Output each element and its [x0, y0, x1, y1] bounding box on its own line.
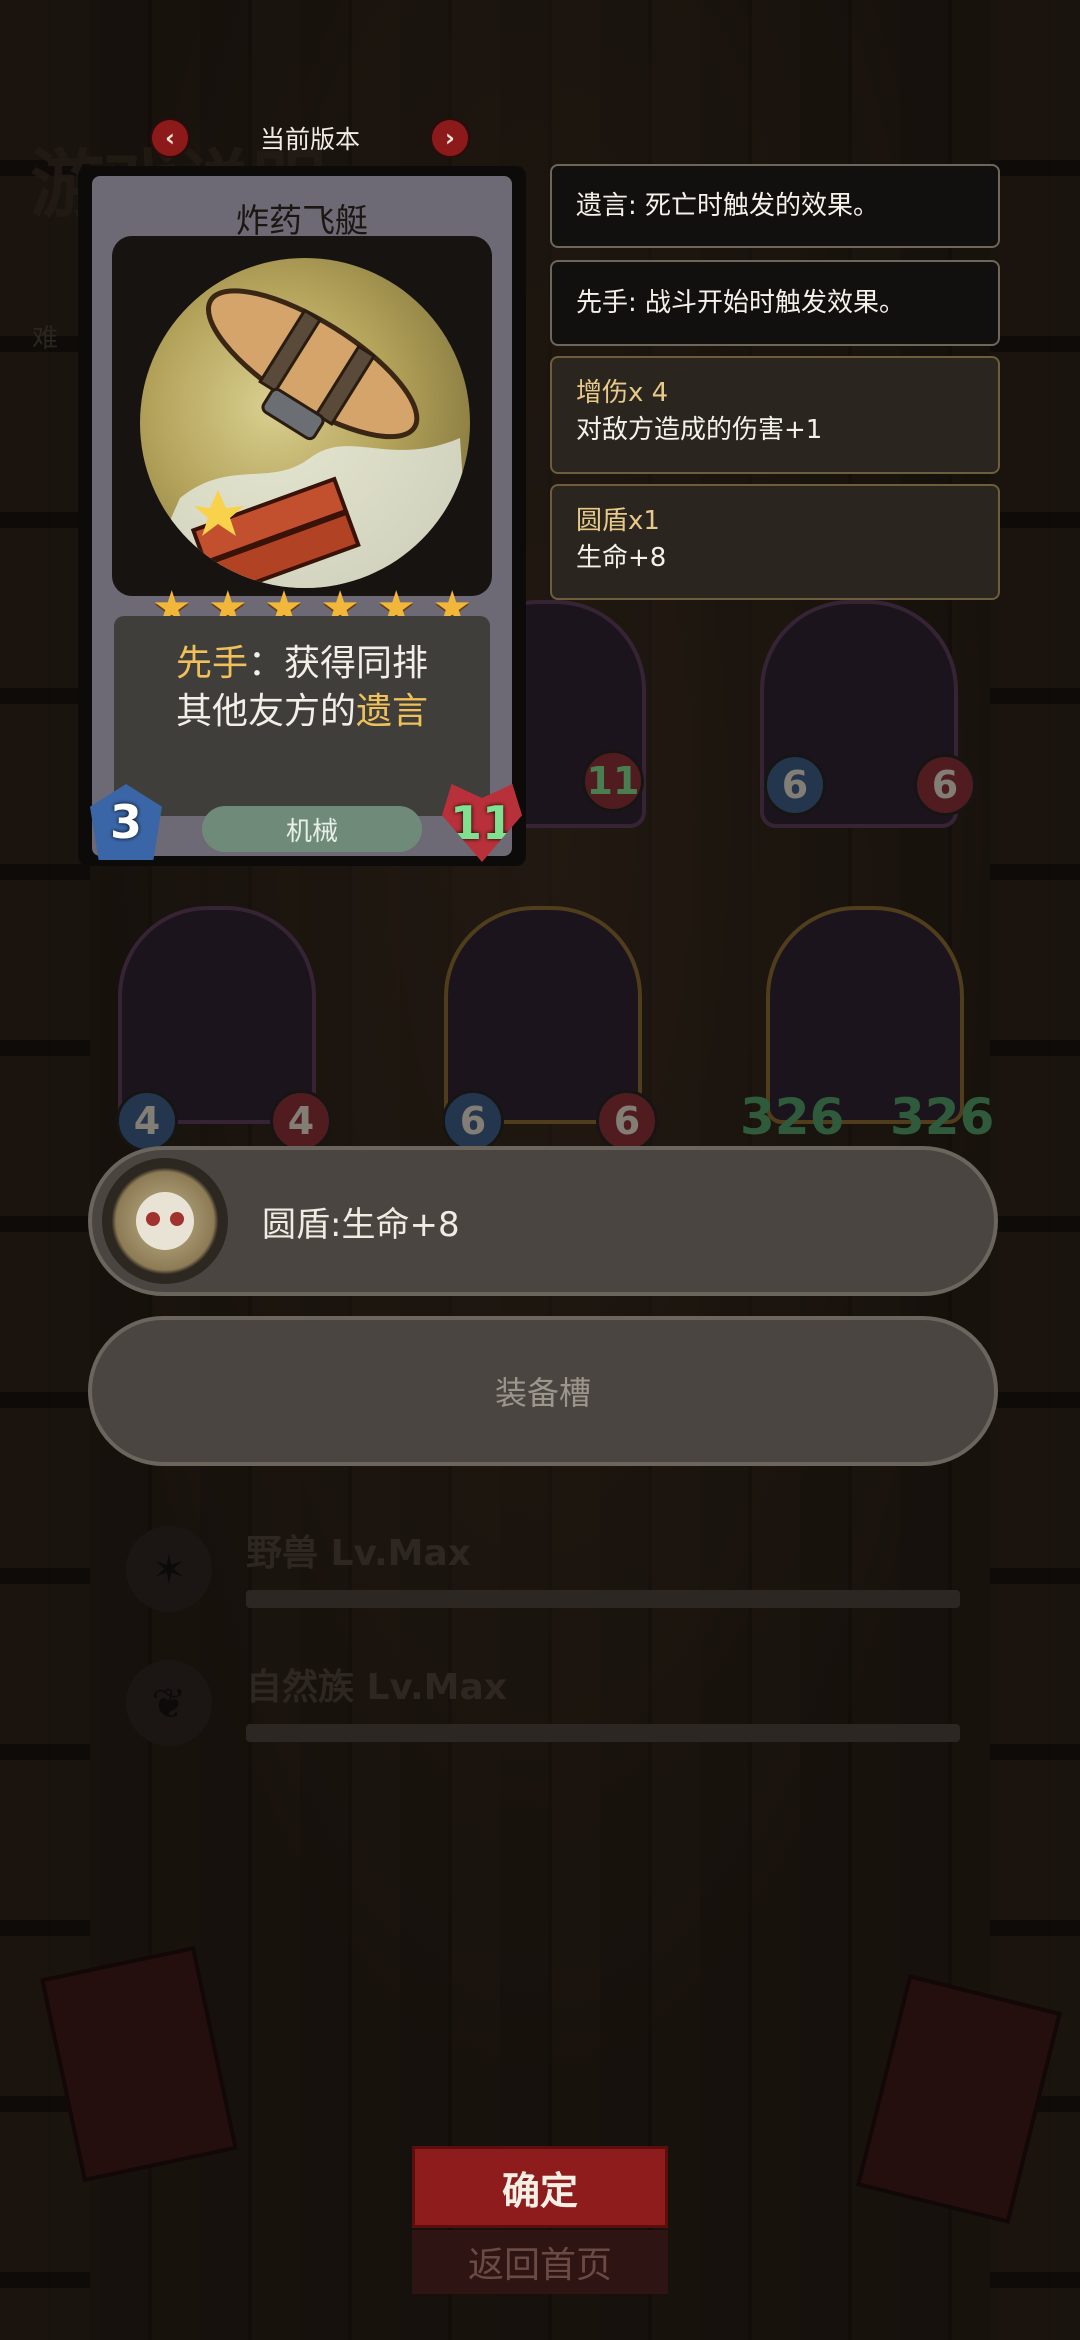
- keyword-deathrattle[interactable]: 遗言: [356, 691, 428, 732]
- tooltip-text: 生命+8: [576, 543, 667, 573]
- tooltip-title: 增伤x 4: [576, 378, 669, 408]
- dynamite-airship-art: [140, 258, 470, 588]
- chevron-left-icon[interactable]: ‹: [150, 118, 190, 158]
- equipment-empty-label: 装备槽: [494, 1374, 591, 1412]
- version-label: 当前版本: [259, 125, 360, 154]
- tooltip-text: 遗言: 死亡时触发的效果。: [576, 191, 880, 221]
- ability-text: 其他友方的: [175, 691, 356, 732]
- equipment-slot-filled[interactable]: 圆盾:生命+8: [88, 1146, 998, 1296]
- ability-text: ：获得同排: [248, 643, 429, 684]
- tooltip-shield: 圆盾x1 生命+8: [550, 484, 1000, 600]
- confirm-button[interactable]: 确定: [412, 2146, 668, 2228]
- keyword-first-strike[interactable]: 先手: [176, 643, 248, 684]
- equipment-text: 圆盾:生命+8: [262, 1204, 460, 1245]
- card-tribe-pill: 机械: [202, 806, 422, 852]
- tooltip-text: 对敌方造成的伤害+1: [576, 415, 823, 445]
- card-name: 炸药飞艇: [236, 201, 368, 240]
- back-home-button[interactable]: 返回首页: [412, 2230, 668, 2294]
- tooltip-title: 圆盾x1: [576, 506, 660, 536]
- card-ability-text: 先手：获得同排 其他友方的遗言: [114, 616, 490, 816]
- skull-shield-icon: [102, 1158, 228, 1284]
- chevron-right-icon[interactable]: ›: [429, 118, 470, 158]
- tooltip-first-strike: 先手: 战斗开始时触发效果。: [550, 260, 1000, 346]
- tooltip-damage-buff: 增伤x 4 对敌方造成的伤害+1: [550, 356, 1000, 474]
- tooltip-text: 先手: 战斗开始时触发效果。: [576, 288, 906, 318]
- tooltip-deathrattle: 遗言: 死亡时触发的效果。: [550, 164, 1000, 248]
- version-switcher: ‹ 当前版本 ›: [150, 118, 470, 158]
- unit-card: 炸药飞艇 ★ ★ ★ ★ ★ ★ 先手：获得同排 其他友方的遗言 3 机械 11: [78, 166, 526, 866]
- card-body: 炸药飞艇 ★ ★ ★ ★ ★ ★ 先手：获得同排 其他友方的遗言 3 机械 11: [90, 176, 522, 862]
- equipment-slot-empty[interactable]: 装备槽: [88, 1316, 998, 1466]
